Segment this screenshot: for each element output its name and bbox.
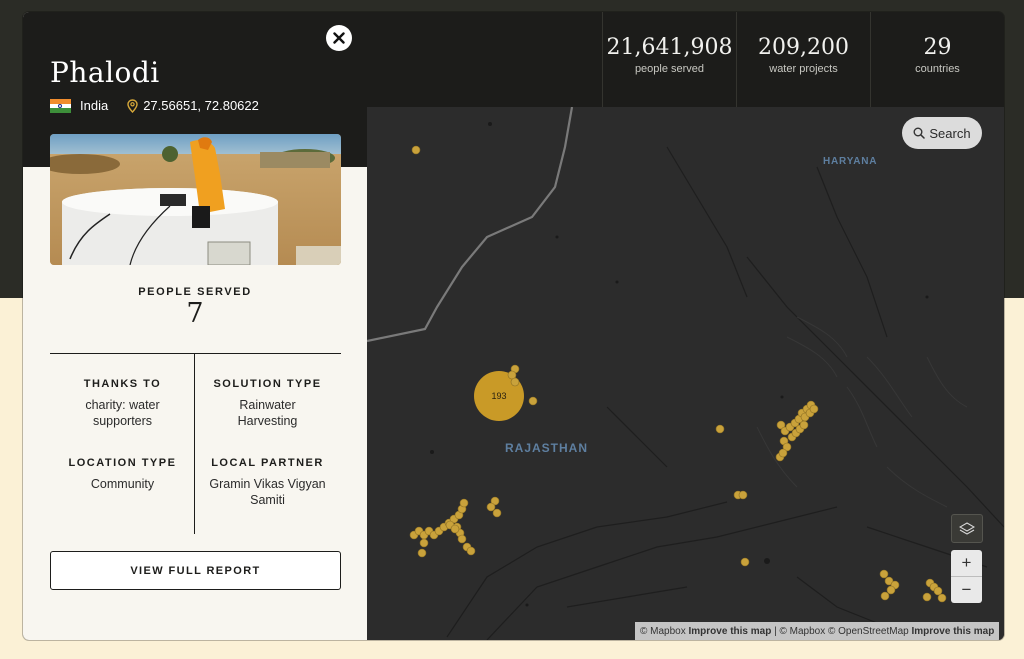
country-name: India — [80, 98, 109, 113]
region-label-haryana: HARYANA — [823, 156, 877, 167]
project-marker[interactable] — [459, 498, 469, 508]
stat-value: 21,641,908 — [606, 35, 733, 60]
people-served-label: PEOPLE SERVED — [138, 286, 252, 298]
project-marker[interactable] — [486, 502, 496, 512]
project-marker[interactable] — [922, 592, 932, 602]
thanks-to-label: THANKS TO — [83, 378, 162, 390]
project-marker[interactable] — [933, 586, 943, 596]
search-label: Search — [929, 125, 971, 141]
close-icon — [333, 32, 345, 44]
stat-value: 29 — [923, 35, 952, 60]
project-marker[interactable] — [411, 145, 421, 155]
local-partner-value: Gramin Vikas Vigyan Samiti — [209, 477, 326, 507]
project-marker[interactable] — [450, 524, 460, 534]
search-button[interactable]: Search — [902, 117, 982, 149]
cluster-count: 193 — [491, 391, 506, 401]
project-marker[interactable] — [466, 546, 476, 556]
project-marker[interactable] — [809, 404, 819, 414]
zoom-control: + − — [951, 550, 982, 603]
layers-button[interactable] — [951, 514, 983, 543]
stat-countries: 29 countries — [870, 12, 1004, 107]
layers-icon — [959, 521, 975, 535]
project-marker[interactable] — [492, 508, 502, 518]
thanks-to-block: THANKS TO charity: water supporters — [50, 378, 195, 429]
location-type-value: Community — [90, 477, 155, 491]
project-marker[interactable] — [528, 396, 538, 406]
stat-label: people served — [634, 63, 705, 75]
divider — [50, 353, 341, 354]
map-canvas[interactable]: HARYANA RAJASTHAN 193 Search + − © Mapbo… — [367, 107, 1004, 640]
location-meta: India 27.56651, 72.80622 — [50, 98, 259, 113]
project-photo — [50, 134, 341, 265]
improve-map-link[interactable]: Improve this map — [689, 626, 772, 637]
project-marker[interactable] — [740, 557, 750, 567]
search-icon — [913, 127, 926, 139]
location-type-block: LOCATION TYPE Community — [50, 457, 195, 492]
project-marker[interactable] — [799, 420, 809, 430]
zoom-out-button[interactable]: − — [951, 576, 982, 603]
project-marker[interactable] — [417, 548, 427, 558]
zoom-in-button[interactable]: + — [951, 550, 982, 576]
india-flag-icon — [50, 98, 71, 113]
solution-type-block: SOLUTION TYPE Rainwater Harvesting — [195, 378, 340, 429]
attribution-prefix: © Mapbox — [640, 625, 686, 637]
map-attribution: © Mapbox Improve this map | © Mapbox © O… — [635, 622, 1000, 640]
local-partner-label: LOCAL PARTNER — [211, 457, 324, 469]
project-marker[interactable] — [510, 377, 520, 387]
view-full-report-button[interactable]: VIEW FULL REPORT — [50, 551, 341, 590]
location-pin-icon — [127, 98, 138, 113]
solution-type-value: Rainwater Harvesting — [237, 398, 298, 428]
region-label-rajasthan: RAJASTHAN — [505, 441, 588, 455]
project-marker[interactable] — [715, 424, 725, 434]
project-marker[interactable] — [457, 534, 467, 544]
local-partner-block: LOCAL PARTNER Gramin Vikas Vigyan Samiti — [195, 457, 340, 508]
stat-label: countries — [915, 63, 960, 75]
thanks-to-value: charity: water supporters — [85, 398, 160, 428]
coordinates: 27.56651, 72.80622 — [143, 98, 259, 113]
solution-type-label: SOLUTION TYPE — [213, 378, 322, 390]
location-title: Phalodi — [50, 56, 160, 89]
attribution-sources: | © Mapbox © OpenStreetMap — [774, 625, 909, 637]
project-marker[interactable] — [419, 538, 429, 548]
location-type-label: LOCATION TYPE — [68, 457, 177, 469]
close-button[interactable] — [326, 25, 352, 51]
project-detail-panel: Phalodi India 27.56651, 72.80622 PEOPLE … — [23, 12, 367, 640]
project-marker[interactable] — [778, 448, 788, 458]
stat-people-served: 21,641,908 people served — [602, 12, 736, 107]
project-marker[interactable] — [886, 585, 896, 595]
project-marker[interactable] — [879, 569, 889, 579]
map-app: Phalodi India 27.56651, 72.80622 PEOPLE … — [23, 12, 1004, 640]
stat-value: 209,200 — [758, 35, 849, 60]
project-marker[interactable] — [738, 490, 748, 500]
stat-label: water projects — [769, 63, 838, 75]
project-marker[interactable] — [880, 591, 890, 601]
map-basemap: HARYANA RAJASTHAN 193 — [367, 107, 1004, 640]
stat-water-projects: 209,200 water projects — [736, 12, 870, 107]
improve-map-link[interactable]: Improve this map — [912, 626, 995, 637]
stats-bar: 21,641,908 people served 209,200 water p… — [367, 12, 1004, 107]
project-marker[interactable] — [937, 593, 947, 603]
people-served-value: 7 — [186, 298, 204, 329]
